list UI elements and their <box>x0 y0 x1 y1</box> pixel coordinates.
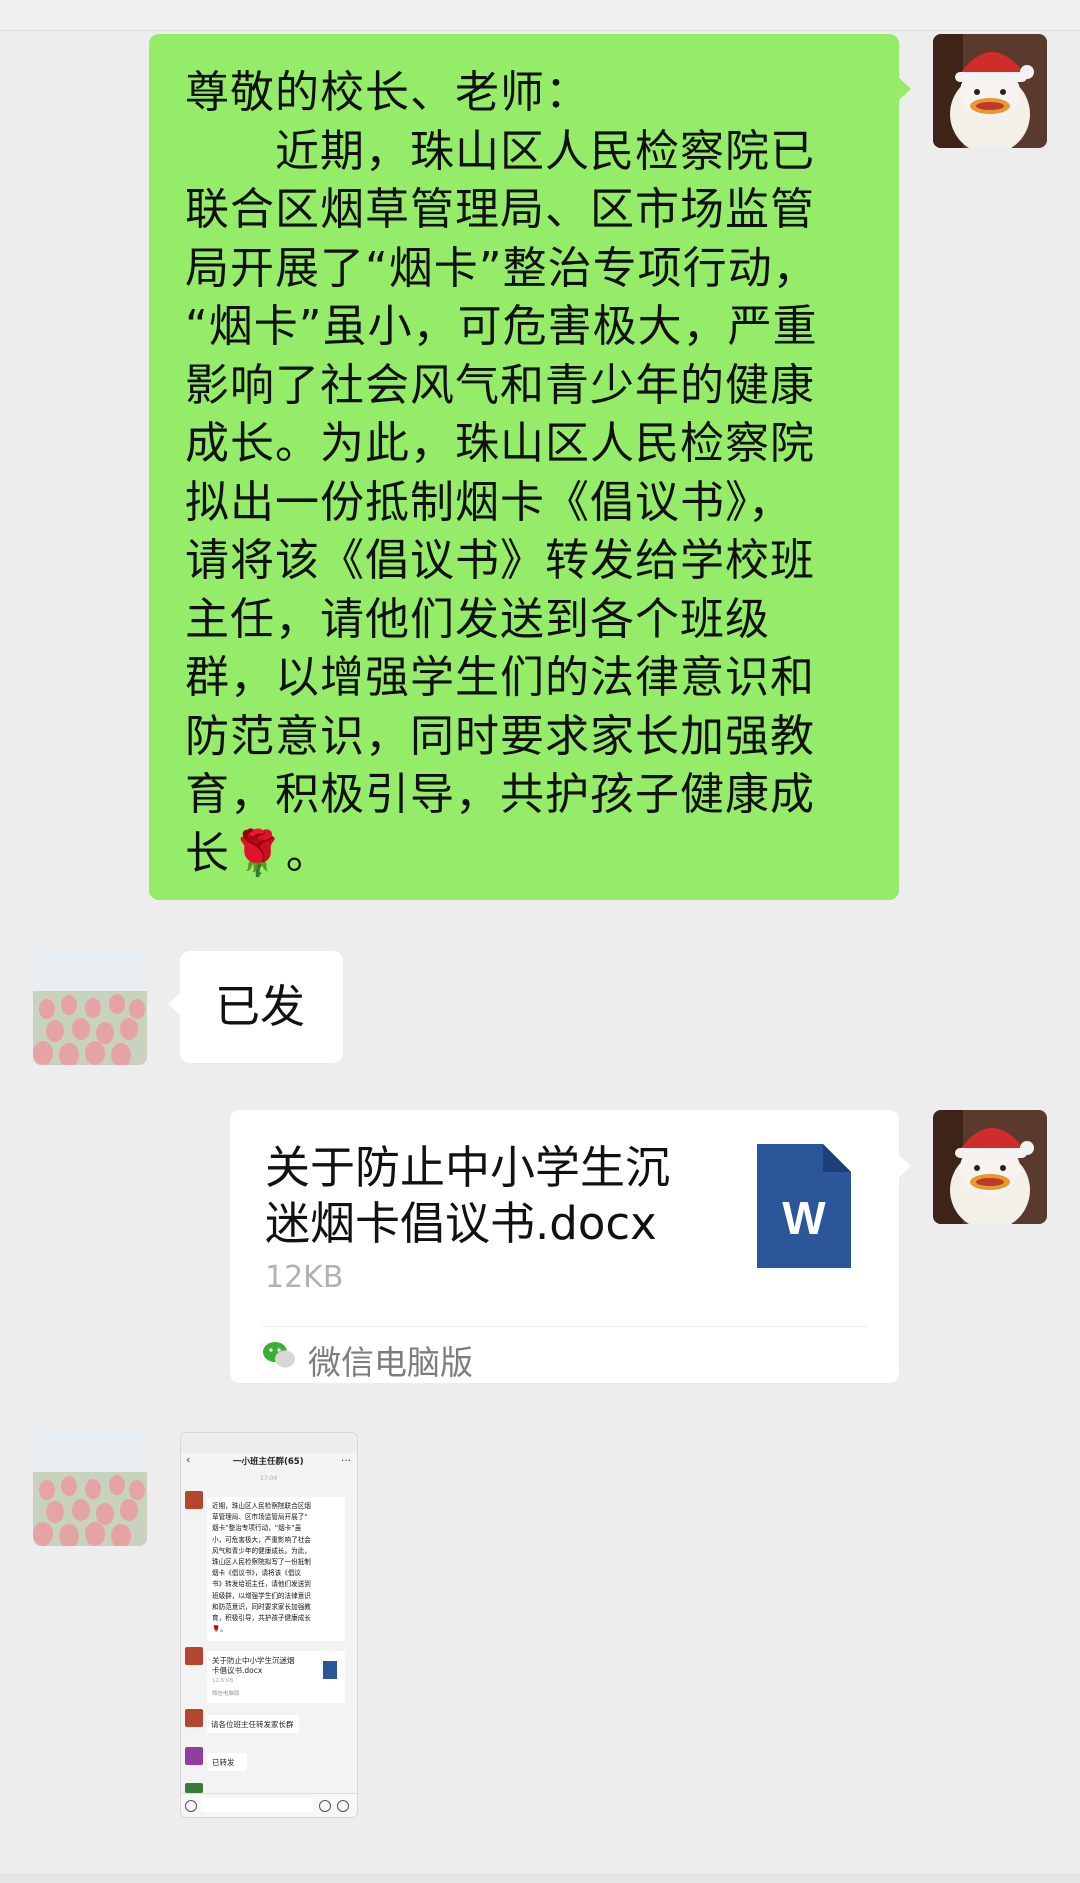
thumb-notice-line: 风气和青少年的健康成长。为此， <box>212 1546 311 1555</box>
svg-text:W: W <box>782 1192 826 1244</box>
contact-avatar[interactable] <box>33 1432 147 1546</box>
file-message-card[interactable]: 关于防止中小学生沉 迷烟卡倡议书.docx 12KB W 微信电脑版 <box>230 1110 899 1383</box>
thumb-message-forward-request-text: 请各位班主任转发家长群 <box>211 1720 294 1729</box>
thumb-more-icon: … <box>341 1453 351 1464</box>
thumb-time: 17:04 <box>260 1475 278 1482</box>
top-bar-edge <box>0 0 1080 31</box>
notice-line: 防范意识，同时要求家长加强教 <box>185 710 815 762</box>
notice-line: 影响了社会风气和青少年的健康 <box>185 359 815 411</box>
notice-line: 群，以增强学生们的法律意识和 <box>185 652 815 703</box>
thumb-avatar <box>185 1491 203 1509</box>
thumb-notice-line: 🌹。 <box>212 1625 227 1634</box>
bear-avatar-image <box>933 34 1047 148</box>
my-avatar[interactable] <box>933 34 1047 148</box>
thumb-voice-icon <box>185 1800 197 1812</box>
thumb-plus-icon <box>337 1800 349 1812</box>
wechat-logo-icon <box>263 1342 295 1368</box>
thumb-notice-line: 近期，珠山区人民检察院联合区烟 <box>212 1502 311 1510</box>
file-size: 12KB <box>265 1260 344 1295</box>
thumb-chat-title: 一小班主任群(65) <box>233 1457 304 1467</box>
thumb-emoji-icon <box>319 1800 331 1812</box>
bottom-bar-edge <box>0 1873 1080 1883</box>
my-avatar[interactable] <box>933 1110 1047 1224</box>
thumb-avatar <box>185 1783 203 1793</box>
notice-line: 近期，珠山区人民检察院已 <box>185 125 815 177</box>
thumb-notice-line: 小，可危害极大，严重影响了社会 <box>212 1535 311 1544</box>
file-source-label: 微信电脑版 <box>308 1343 473 1382</box>
bubble-tail <box>168 993 180 1015</box>
thumb-avatar <box>185 1709 203 1727</box>
notice-message-text: 尊敬的校长、老师： 近期，珠山区人民检察院已 联合区烟草管理局、区市场监管 局开展了… <box>185 64 885 883</box>
thumb-file-name-2: 卡倡议书.docx <box>212 1666 263 1675</box>
file-name-line-1: 关于防止中小学生沉 <box>265 1141 671 1194</box>
reply-text: 已发 <box>215 980 306 1033</box>
tulip-field-avatar-image <box>33 951 147 1065</box>
notice-line: 局开展了“烟卡”整治专项行动， <box>185 242 818 294</box>
thumb-message-forwarded: 已转发 <box>207 1753 247 1771</box>
file-card-divider <box>262 1326 867 1327</box>
notice-line: 请将该《倡议书》转发给学校班 <box>185 535 815 586</box>
thumb-notice-line: 烟卡”整治专项行动，“烟卡”虽 <box>212 1524 302 1533</box>
tulip-field-avatar-image <box>33 1432 147 1546</box>
thumb-avatar <box>185 1647 203 1665</box>
thumb-notice-line: 和防范意识，同时要求家长加强教 <box>212 1602 311 1611</box>
thumb-text-input <box>201 1798 313 1812</box>
bubble-tail <box>899 78 911 100</box>
thumb-file-card: 关于防止中小学生沉迷烟 卡倡议书.docx 12.6 KB 微信电脑版 <box>207 1651 345 1703</box>
message-bubble-notice[interactable]: 尊敬的校长、老师： 近期，珠山区人民检察院已 联合区烟草管理局、区市场监管 局开展了… <box>149 34 899 900</box>
thumb-notice-line: 珠山区人民检察院拟写了一份抵制 <box>212 1558 311 1567</box>
notice-line: 联合区烟草管理局、区市场监管 <box>185 184 815 235</box>
thumb-word-icon <box>323 1661 337 1679</box>
thumb-message-notice: 近期，珠山区人民检察院联合区烟 草管理局、区市场监管局开展了“ 烟卡”整治专项行动，… <box>207 1497 345 1641</box>
thumb-notice-line: 育，积极引导，共护孩子健康成长 <box>212 1614 311 1623</box>
bubble-tail <box>899 1155 911 1177</box>
notice-line: 长🌹。 <box>185 827 331 879</box>
thumb-notice-line: 班级群，以增强学生们的法律意识 <box>212 1591 311 1600</box>
notice-line: “烟卡”虽小，可危害极大，严重 <box>185 301 818 352</box>
notice-line: 成长。为此，珠山区人民检察院 <box>185 418 815 469</box>
screenshot-image-message[interactable]: ‹ 一小班主任群(65) … 17:04 近期，珠山区人民检察院联合区烟 草管理局… <box>180 1432 358 1818</box>
thumb-message-forwarded-text: 已转发 <box>212 1758 235 1767</box>
thumb-back-icon: ‹ <box>186 1453 191 1466</box>
file-name-line-2: 迷烟卡倡议书.docx <box>265 1197 657 1250</box>
notice-line: 主任，请他们发送到各个班级 <box>185 593 770 645</box>
thumb-notice-line: 烟卡《倡议书》，请将该《倡议 <box>212 1569 302 1578</box>
message-bubble-sent-reply[interactable]: 已发 <box>180 951 343 1063</box>
thumb-file-source: 微信电脑版 <box>212 1691 240 1697</box>
thumb-notice-line: 草管理局、区市场监管局开展了“ <box>212 1513 308 1522</box>
contact-avatar[interactable] <box>33 951 147 1065</box>
thumb-file-size: 12.6 KB <box>212 1678 234 1684</box>
thumb-input-bar <box>181 1793 357 1817</box>
notice-line: 尊敬的校长、老师： <box>185 67 590 118</box>
thumb-avatar <box>185 1747 203 1765</box>
notice-line: 育，积极引导，共护孩子健康成 <box>185 769 815 820</box>
thumb-notice-line: 书》转发给班主任，请他们发送到 <box>212 1580 311 1589</box>
bear-avatar-image <box>933 1110 1047 1224</box>
word-doc-icon: W <box>757 1144 851 1268</box>
thumb-message-forward-request: 请各位班主任转发家长群 <box>207 1715 299 1733</box>
notice-line: 拟出一份抵制烟卡《倡议书》， <box>185 476 793 528</box>
thumb-status-bar <box>181 1433 357 1453</box>
